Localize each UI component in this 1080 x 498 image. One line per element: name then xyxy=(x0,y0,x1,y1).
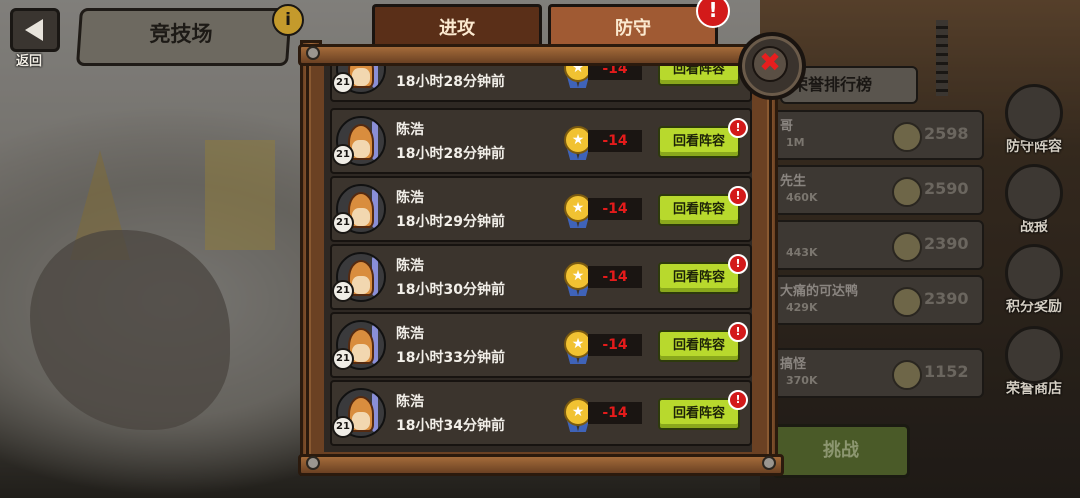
ranking-score: 2590 xyxy=(924,179,969,198)
points-reward-button: 积分奖励 xyxy=(994,244,1074,315)
scroll-icon xyxy=(1005,164,1063,222)
medal-icon xyxy=(892,360,922,390)
frame-top-bar xyxy=(298,44,784,66)
record-time: 18小时34分钟前 xyxy=(396,418,505,434)
back-label: 返回 xyxy=(16,54,43,69)
back-button[interactable]: 返回 xyxy=(2,2,62,69)
close-icon: ✖ xyxy=(752,46,788,82)
score-change: -14 xyxy=(588,130,642,152)
ranking-row: 搞怪 370K 1152 xyxy=(770,348,984,398)
level-badge: 21 xyxy=(332,280,354,302)
record-row: 21 陈浩 18小时34分钟前 ★ -14 回看阵容 ! xyxy=(330,380,752,446)
challenge-button: 挑战 xyxy=(772,424,910,478)
record-row: 21 18小时28分钟前 ★ -14 回看阵容 ! xyxy=(330,66,752,102)
ranking-score: 2390 xyxy=(924,234,969,253)
ranking-power: 370K xyxy=(786,374,818,387)
ranking-name: 大痛的可达鸭 xyxy=(780,284,859,299)
score-change: -14 xyxy=(588,334,642,356)
player-name: 陈浩 xyxy=(396,190,424,206)
alert-icon: ! xyxy=(728,322,748,342)
ranking-score: 2390 xyxy=(924,289,969,308)
player-name: 陈浩 xyxy=(396,122,424,138)
record-time: 18小时29分钟前 xyxy=(396,214,505,230)
level-badge: 21 xyxy=(332,144,354,166)
record-row: 21 陈浩 18小时33分钟前 ★ -14 回看阵容 ! xyxy=(330,312,752,378)
record-time: 18小时33分钟前 xyxy=(396,350,505,366)
ranking-row: 先生 460K 2590 xyxy=(770,165,984,215)
record-time: 18小时30分钟前 xyxy=(396,282,505,298)
score-change: -14 xyxy=(588,402,642,424)
ranking-name: 先生 xyxy=(780,174,807,189)
level-badge: 21 xyxy=(332,72,354,94)
ranking-row: 443K 2390 xyxy=(770,220,984,270)
review-lineup-button[interactable]: 回看阵容 xyxy=(658,66,740,86)
level-badge: 21 xyxy=(332,348,354,370)
record-time: 18小时28分钟前 xyxy=(396,146,505,162)
chain-decoration xyxy=(936,20,948,96)
record-time: 18小时28分钟前 xyxy=(396,74,505,90)
alert-icon: ! xyxy=(728,390,748,410)
nail-icon xyxy=(306,46,320,60)
level-badge: 21 xyxy=(332,212,354,234)
alert-icon: ! xyxy=(728,186,748,206)
frame-bottom-bar xyxy=(298,454,784,476)
honor-shop-button: 荣誉商店 xyxy=(994,326,1074,397)
page-title: 竞技场 xyxy=(149,22,213,46)
player-name: 陈浩 xyxy=(396,258,424,274)
nail-icon xyxy=(762,456,776,470)
ranking-power: 443K xyxy=(786,246,818,259)
medal-icon xyxy=(892,177,922,207)
ranking-power: 460K xyxy=(786,191,818,204)
ranking-score: 2598 xyxy=(924,124,969,143)
alert-icon: ! xyxy=(728,254,748,274)
close-button[interactable]: ✖ xyxy=(738,32,806,100)
medal-icon xyxy=(892,287,922,317)
ranking-score: 1152 xyxy=(924,362,969,381)
castle-decoration xyxy=(205,140,275,250)
ranking-power: 429K xyxy=(786,301,818,314)
medal-icon xyxy=(892,122,922,152)
level-badge: 21 xyxy=(332,416,354,438)
medal-icon xyxy=(1005,244,1063,302)
ranking-name: 哥 xyxy=(780,119,794,134)
record-list[interactable]: 21 18小时28分钟前 ★ -14 回看阵容 ! 21 陈浩 18小时28分钟… xyxy=(324,66,752,452)
score-change: -14 xyxy=(588,266,642,288)
ranking-row: 大痛的可达鸭 429K 2390 xyxy=(770,275,984,325)
shop-icon xyxy=(1005,326,1063,384)
back-arrow-icon xyxy=(10,8,60,52)
ranking-name: 搞怪 xyxy=(780,357,807,372)
nail-icon xyxy=(306,456,320,470)
record-row: 21 陈浩 18小时29分钟前 ★ -14 回看阵容 ! xyxy=(330,176,752,242)
shield-icon xyxy=(1005,84,1063,142)
score-change: -14 xyxy=(588,66,642,80)
medal-icon xyxy=(892,232,922,262)
score-change: -14 xyxy=(588,198,642,220)
player-name: 陈浩 xyxy=(396,326,424,342)
battle-report-button: 战报 xyxy=(994,164,1074,235)
defense-lineup-button: 防守阵容 xyxy=(994,84,1074,155)
record-row: 21 陈浩 18小时30分钟前 ★ -14 回看阵容 ! xyxy=(330,244,752,310)
ranking-row: 哥 1M 2598 xyxy=(770,110,984,160)
alert-icon: ! xyxy=(728,118,748,138)
record-row: 21 陈浩 18小时28分钟前 ★ -14 回看阵容 ! xyxy=(330,108,752,174)
player-name: 陈浩 xyxy=(396,394,424,410)
info-icon[interactable]: i xyxy=(272,4,304,36)
ranking-power: 1M xyxy=(786,136,805,149)
